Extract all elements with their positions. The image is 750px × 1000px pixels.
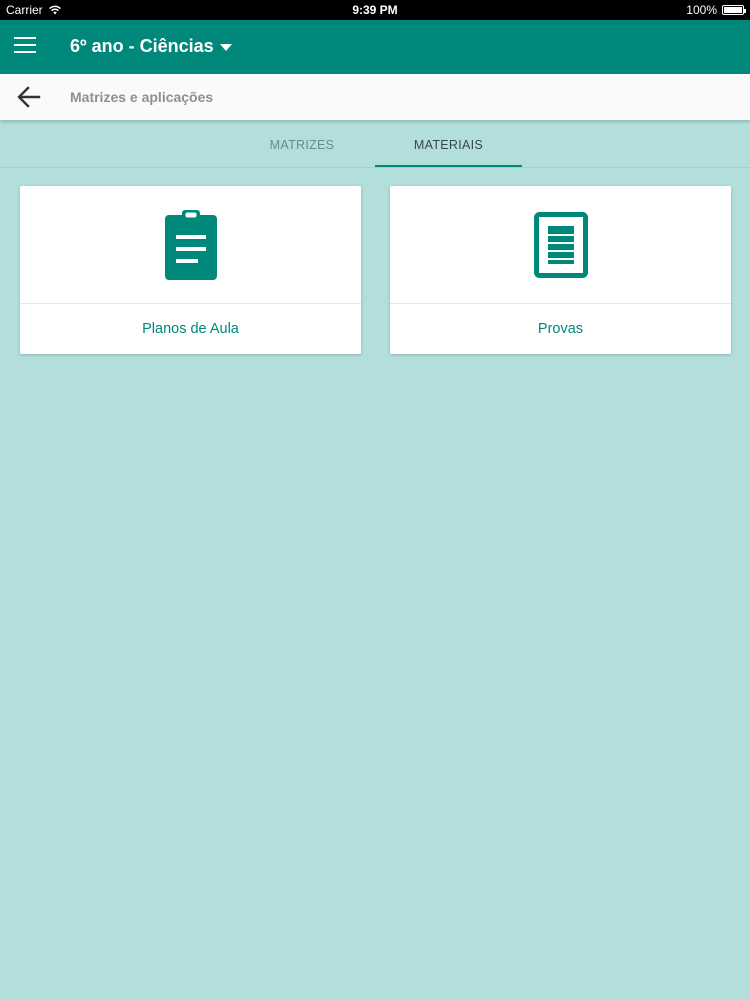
clock: 9:39 PM — [352, 3, 398, 17]
battery-group: 100% — [686, 3, 746, 17]
card-label: Provas — [537, 321, 584, 337]
tab-bar: MATRIZES MATERIAIS — [0, 124, 750, 168]
card-provas[interactable]: Provas — [390, 186, 731, 354]
tab-divider — [0, 167, 750, 168]
arrow-back-icon[interactable] — [16, 85, 42, 109]
caret-down-icon — [219, 44, 232, 51]
tab-matrizes[interactable]: MATRIZES — [228, 124, 376, 168]
card-planos-de-aula[interactable]: Planos de Aula — [20, 186, 361, 354]
battery-percent: 100% — [686, 3, 717, 17]
app-title: 6º ano - Ciências — [70, 36, 214, 56]
hamburger-menu-icon[interactable] — [14, 37, 36, 55]
tab-label: MATRIZES — [269, 138, 335, 152]
clipboard-icon — [164, 209, 217, 280]
page-subtitle: Matrizes e aplicações — [70, 89, 214, 105]
sub-header: Matrizes e aplicações — [0, 74, 750, 120]
card-label: Planos de Aula — [142, 321, 239, 337]
battery-icon — [722, 5, 746, 15]
tab-label: MATERIAIS — [413, 138, 484, 152]
status-bar: Carrier 9:39 PM 100% — [0, 0, 750, 20]
document-icon — [533, 211, 588, 278]
app-bar: 6º ano - Ciências — [0, 20, 750, 74]
tab-materiais[interactable]: MATERIAIS — [375, 124, 522, 168]
class-selector[interactable]: 6º ano - Ciências — [70, 36, 232, 57]
